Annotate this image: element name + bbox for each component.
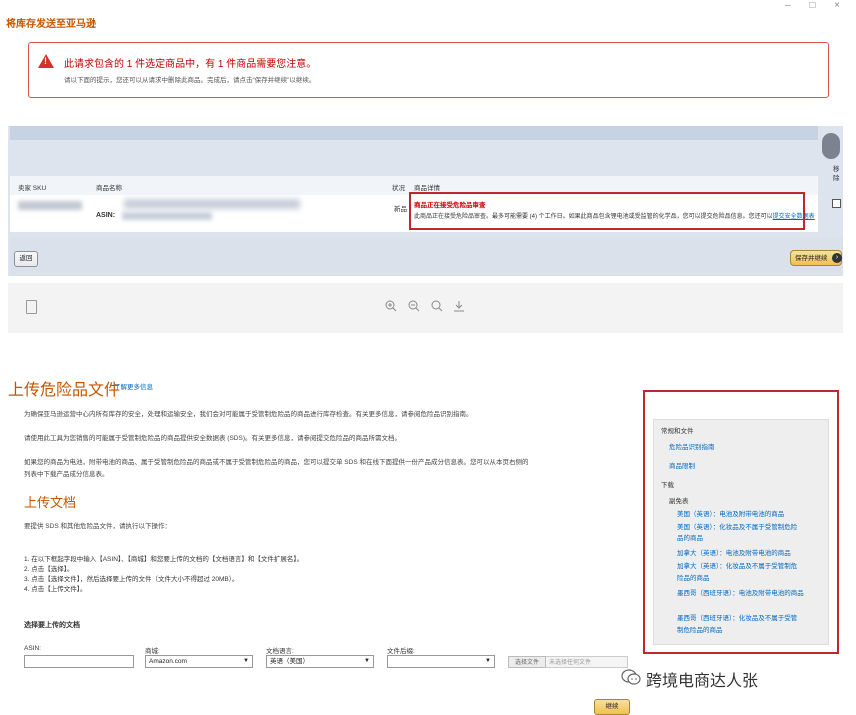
asin-input[interactable] (24, 655, 134, 668)
download-link[interactable]: 险品的商品 (677, 572, 710, 582)
upload-intro: 要提供 SDS 和其他危险品文件，请执行以下操作： (24, 523, 171, 530)
viewer-toolbar (8, 283, 843, 333)
marketplace-select[interactable]: Amazon.com ▼ (145, 655, 253, 668)
window-controls[interactable]: – □ × (785, 0, 848, 11)
download-link[interactable]: 品的商品 (677, 532, 703, 542)
choose-file-button[interactable]: 选择文件 (508, 656, 546, 668)
remove-checkbox[interactable] (832, 199, 841, 208)
no-file-label: 未选择任何文件 (546, 656, 628, 668)
product-restrictions-link[interactable]: 商品限制 (669, 460, 695, 470)
file-ext-select[interactable]: ▼ (387, 655, 495, 668)
panel-header-bar (10, 126, 818, 140)
step-4: 4. 点击【上传文件】。 (24, 586, 87, 593)
doc-language-value: 英语（美国） (270, 658, 309, 665)
download-link[interactable]: 加拿大（英语）：化妆品及不属于受管制危 (677, 560, 797, 570)
detail-title: 商品正在接受危险品审查 (414, 202, 486, 209)
redacted-sku (18, 201, 82, 210)
alert-title: 此请求包含的 1 件选定商品中，有 1 件商品需要您注意。 (64, 59, 317, 70)
chevron-down-icon: ▼ (485, 658, 491, 664)
upload-heading: 上传文档 (24, 495, 77, 510)
step-3: 3. 点击【选择文件】，然后选择要上传的文件（文件大小不得超过 20MB）。 (24, 576, 239, 583)
paragraph-3b: 列表中下载产品成分信息表。 (24, 471, 109, 478)
step-2: 2. 点击【选择】。 (24, 566, 74, 573)
redacted-asin (122, 212, 212, 220)
paragraph-2: 请使用此工具为您销售的可能属于受管制危险品的商品提供安全数据表 (SDS)。有关… (24, 435, 401, 442)
asin-field-label: ASIN: (24, 645, 41, 652)
download-link[interactable]: 墨西哥（西班牙语）：电池及附带电池的商品 (677, 587, 804, 597)
arrow-right-icon: › (832, 253, 842, 263)
doc-heading: 上传危险品文件 (8, 382, 121, 399)
col-seller-sku: 卖家 SKU (18, 185, 47, 192)
asin-label: ASIN: (96, 212, 116, 219)
col-product-details: 商品详情 (414, 185, 440, 192)
select-doc-title: 选择要上传的文档 (24, 622, 80, 629)
alert-box (28, 42, 829, 98)
watermark-text: 跨境电商达人张 (646, 673, 759, 690)
detail-text: 此商品正在接受危险品审查。最多可能需要 (4) 个工作日。如果此商品包含锂电池或… (414, 211, 815, 220)
paragraph-3a: 如果您的商品为电池，附带电池的商品、属于受管制危险品的商品或不属于受管制危险品的… (24, 459, 529, 466)
download-link[interactable]: 美国（英语）：电池及附带电池的商品 (677, 508, 784, 518)
zoom-in-icon[interactable] (385, 300, 397, 312)
chevron-down-icon: ▼ (364, 658, 370, 664)
wechat-icon (621, 669, 641, 685)
warning-icon (38, 54, 54, 68)
back-button[interactable]: 返回 (14, 251, 38, 267)
continue-button[interactable]: 继续 (594, 699, 630, 715)
download-link[interactable]: 加拿大（英语）：电池及附带电池的商品 (677, 547, 791, 557)
learn-more-link[interactable]: 了解更多信息 (114, 381, 153, 391)
redacted-product-name (124, 199, 300, 209)
marketplace-label: 商城: (145, 648, 160, 655)
side-sub-label: 副免表 (669, 498, 689, 505)
condition-value: 新品 (394, 206, 407, 213)
download-link[interactable]: 制危险品的商品 (677, 624, 723, 634)
file-ext-label: 文件后缀: (387, 648, 415, 655)
download-icon[interactable] (453, 300, 465, 312)
doc-language-select[interactable]: 英语（美国） ▼ (266, 655, 374, 668)
col-product-name: 商品名称 (96, 185, 122, 192)
marketplace-value: Amazon.com (149, 658, 187, 665)
alert-subtitle: 请以下面的提示，您还可以从请求中删除此商品。完成后，请点击“保存并继续”以继续。 (64, 77, 316, 84)
detail-text-body: 此商品正在接受危险品审查。最多可能需要 (4) 个工作日。如果此商品包含锂电池或… (414, 214, 773, 220)
search-icon[interactable] (431, 300, 443, 312)
zoom-out-icon[interactable] (408, 300, 420, 312)
chevron-down-icon: ▼ (243, 658, 249, 664)
scroll-handle[interactable] (822, 133, 840, 159)
side-section-download: 下载 (661, 482, 674, 489)
col-condition: 状况 (392, 185, 405, 192)
remove-column-header: 移除 (833, 166, 840, 182)
step-1: 1. 在以下框起字段中输入【ASIN】、【商城】和您要上传的文档的【文档语言】和… (24, 556, 304, 563)
side-section-general: 常规和文件 (661, 428, 694, 435)
download-link[interactable]: 墨西哥（西班牙语）：化妆品及不属于受管 (677, 612, 797, 622)
page-icon[interactable] (26, 300, 37, 314)
download-link[interactable]: 美国（英语）：化妆品及不属于受管制危险 (677, 521, 797, 531)
hazmat-guide-link[interactable]: 危险品识别指南 (669, 441, 715, 451)
page-title: 将库存发送至亚马逊 (6, 19, 96, 30)
doc-language-label: 文档语言: (266, 648, 294, 655)
sds-link[interactable]: 提交安全数据表 (773, 214, 815, 220)
panel-footer (10, 238, 843, 276)
paragraph-1: 为确保亚马逊运营中心内所有库存的安全，处理和运输安全，我们会对可能属于受管制危险… (24, 411, 473, 418)
